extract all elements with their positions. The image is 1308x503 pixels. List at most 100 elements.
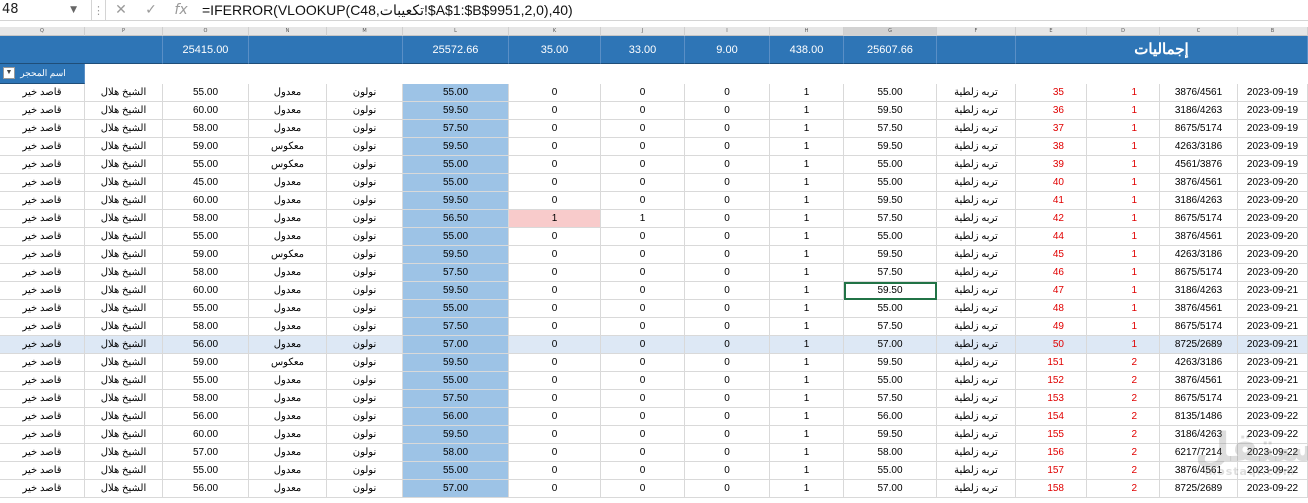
cell-g[interactable]: 59.50: [844, 138, 937, 156]
cell-p[interactable]: الشيخ هلال: [85, 372, 163, 390]
cell-e[interactable]: 36: [1016, 102, 1087, 120]
cell-i[interactable]: 0: [685, 444, 770, 462]
cell-c[interactable]: 8725/2689: [1160, 480, 1238, 498]
cell-q[interactable]: قاصد خير: [0, 390, 85, 408]
cell-c[interactable]: 3186/4263: [1160, 426, 1238, 444]
cell-o[interactable]: 58.00: [163, 318, 249, 336]
cell-p[interactable]: الشيخ هلال: [85, 246, 163, 264]
cell-i[interactable]: 0: [685, 462, 770, 480]
cell-e[interactable]: 45: [1016, 246, 1087, 264]
column-letter-d[interactable]: D: [1087, 27, 1160, 36]
cell-j[interactable]: 0: [601, 138, 685, 156]
summary-j[interactable]: 33.00: [601, 36, 685, 64]
cell-f[interactable]: تربه زلطية: [937, 102, 1016, 120]
cell-j[interactable]: 0: [601, 318, 685, 336]
cell-j[interactable]: 0: [601, 156, 685, 174]
cell-q[interactable]: قاصد خير: [0, 354, 85, 372]
cell-e[interactable]: 35: [1016, 84, 1087, 102]
cell-q[interactable]: قاصد خير: [0, 300, 85, 318]
cell-k[interactable]: 0: [509, 300, 601, 318]
cell-c[interactable]: 3186/4263: [1160, 192, 1238, 210]
summary-h[interactable]: 438.00: [770, 36, 844, 64]
cell-m[interactable]: نولون: [327, 210, 403, 228]
cell-l[interactable]: 56.00: [403, 408, 509, 426]
cell-d[interactable]: 1: [1087, 210, 1160, 228]
cell-f[interactable]: تربه زلطية: [937, 300, 1016, 318]
cell-o[interactable]: 55.00: [163, 462, 249, 480]
cell-b[interactable]: 2023-09-21: [1238, 282, 1308, 300]
cell-p[interactable]: الشيخ هلال: [85, 408, 163, 426]
cell-d[interactable]: 2: [1087, 480, 1160, 498]
summary-l[interactable]: 25572.66: [403, 36, 509, 64]
cell-m[interactable]: نولون: [327, 408, 403, 426]
cell-l[interactable]: 55.00: [403, 372, 509, 390]
header-q[interactable]: اسم المحجر ▼: [0, 64, 85, 84]
cell-o[interactable]: 60.00: [163, 102, 249, 120]
cell-l[interactable]: 57.50: [403, 390, 509, 408]
cell-n[interactable]: معكوس: [249, 354, 327, 372]
cell-p[interactable]: الشيخ هلال: [85, 228, 163, 246]
cell-l[interactable]: 57.00: [403, 336, 509, 354]
column-letter-h[interactable]: H: [770, 27, 844, 36]
cell-h[interactable]: 1: [770, 120, 844, 138]
cell-l[interactable]: 59.50: [403, 192, 509, 210]
cell-e[interactable]: 40: [1016, 174, 1087, 192]
cell-o[interactable]: 60.00: [163, 282, 249, 300]
cell-f[interactable]: تربه زلطية: [937, 282, 1016, 300]
cell-n[interactable]: معكوس: [249, 156, 327, 174]
cell-l[interactable]: 55.00: [403, 462, 509, 480]
cell-h[interactable]: 1: [770, 300, 844, 318]
cell-q[interactable]: قاصد خير: [0, 210, 85, 228]
cell-p[interactable]: الشيخ هلال: [85, 480, 163, 498]
cell-i[interactable]: 0: [685, 480, 770, 498]
formula-input[interactable]: =IFERROR(VLOOKUP(C48,تكعيبات!$A$1:$B$995…: [196, 2, 1308, 19]
cell-f[interactable]: تربه زلطية: [937, 480, 1016, 498]
cell-j[interactable]: 0: [601, 444, 685, 462]
cell-g[interactable]: 59.50: [844, 354, 937, 372]
cell-b[interactable]: 2023-09-19: [1238, 120, 1308, 138]
cell-n[interactable]: معدول: [249, 102, 327, 120]
cell-g[interactable]: 55.00: [844, 462, 937, 480]
cell-n[interactable]: معدول: [249, 120, 327, 138]
cell-m[interactable]: نولون: [327, 336, 403, 354]
cell-h[interactable]: 1: [770, 156, 844, 174]
cell-j[interactable]: 0: [601, 354, 685, 372]
cell-h[interactable]: 1: [770, 210, 844, 228]
cell-g[interactable]: 55.00: [844, 174, 937, 192]
cell-h[interactable]: 1: [770, 84, 844, 102]
cell-k[interactable]: 0: [509, 228, 601, 246]
cell-k[interactable]: 1: [509, 210, 601, 228]
cell-f[interactable]: تربه زلطية: [937, 426, 1016, 444]
cell-n[interactable]: معدول: [249, 192, 327, 210]
cell-h[interactable]: 1: [770, 228, 844, 246]
cell-h[interactable]: 1: [770, 462, 844, 480]
cell-p[interactable]: الشيخ هلال: [85, 174, 163, 192]
cell-i[interactable]: 0: [685, 318, 770, 336]
summary-title[interactable]: إجماليات: [1016, 36, 1308, 64]
column-letter-n[interactable]: N: [249, 27, 327, 36]
cell-m[interactable]: نولون: [327, 84, 403, 102]
cell-o[interactable]: 57.00: [163, 444, 249, 462]
column-letter-e[interactable]: E: [1016, 27, 1087, 36]
cell-g[interactable]: 57.50: [844, 264, 937, 282]
cell-m[interactable]: نولون: [327, 354, 403, 372]
cell-l[interactable]: 57.50: [403, 120, 509, 138]
summary-o[interactable]: 25415.00: [163, 36, 249, 64]
cell-p[interactable]: الشيخ هلال: [85, 300, 163, 318]
cell-o[interactable]: 55.00: [163, 228, 249, 246]
cell-k[interactable]: 0: [509, 156, 601, 174]
cell-b[interactable]: 2023-09-21: [1238, 372, 1308, 390]
cell-c[interactable]: 4263/3186: [1160, 246, 1238, 264]
cell-l[interactable]: 57.00: [403, 480, 509, 498]
cell-d[interactable]: 1: [1087, 300, 1160, 318]
cell-n[interactable]: معدول: [249, 390, 327, 408]
cell-j[interactable]: 0: [601, 336, 685, 354]
cell-n[interactable]: معكوس: [249, 138, 327, 156]
cell-i[interactable]: 0: [685, 156, 770, 174]
cell-i[interactable]: 0: [685, 408, 770, 426]
cell-k[interactable]: 0: [509, 282, 601, 300]
filter-dropdown-icon[interactable]: ▼: [3, 67, 15, 79]
cell-j[interactable]: 0: [601, 192, 685, 210]
cell-n[interactable]: معدول: [249, 228, 327, 246]
cell-o[interactable]: 56.00: [163, 408, 249, 426]
